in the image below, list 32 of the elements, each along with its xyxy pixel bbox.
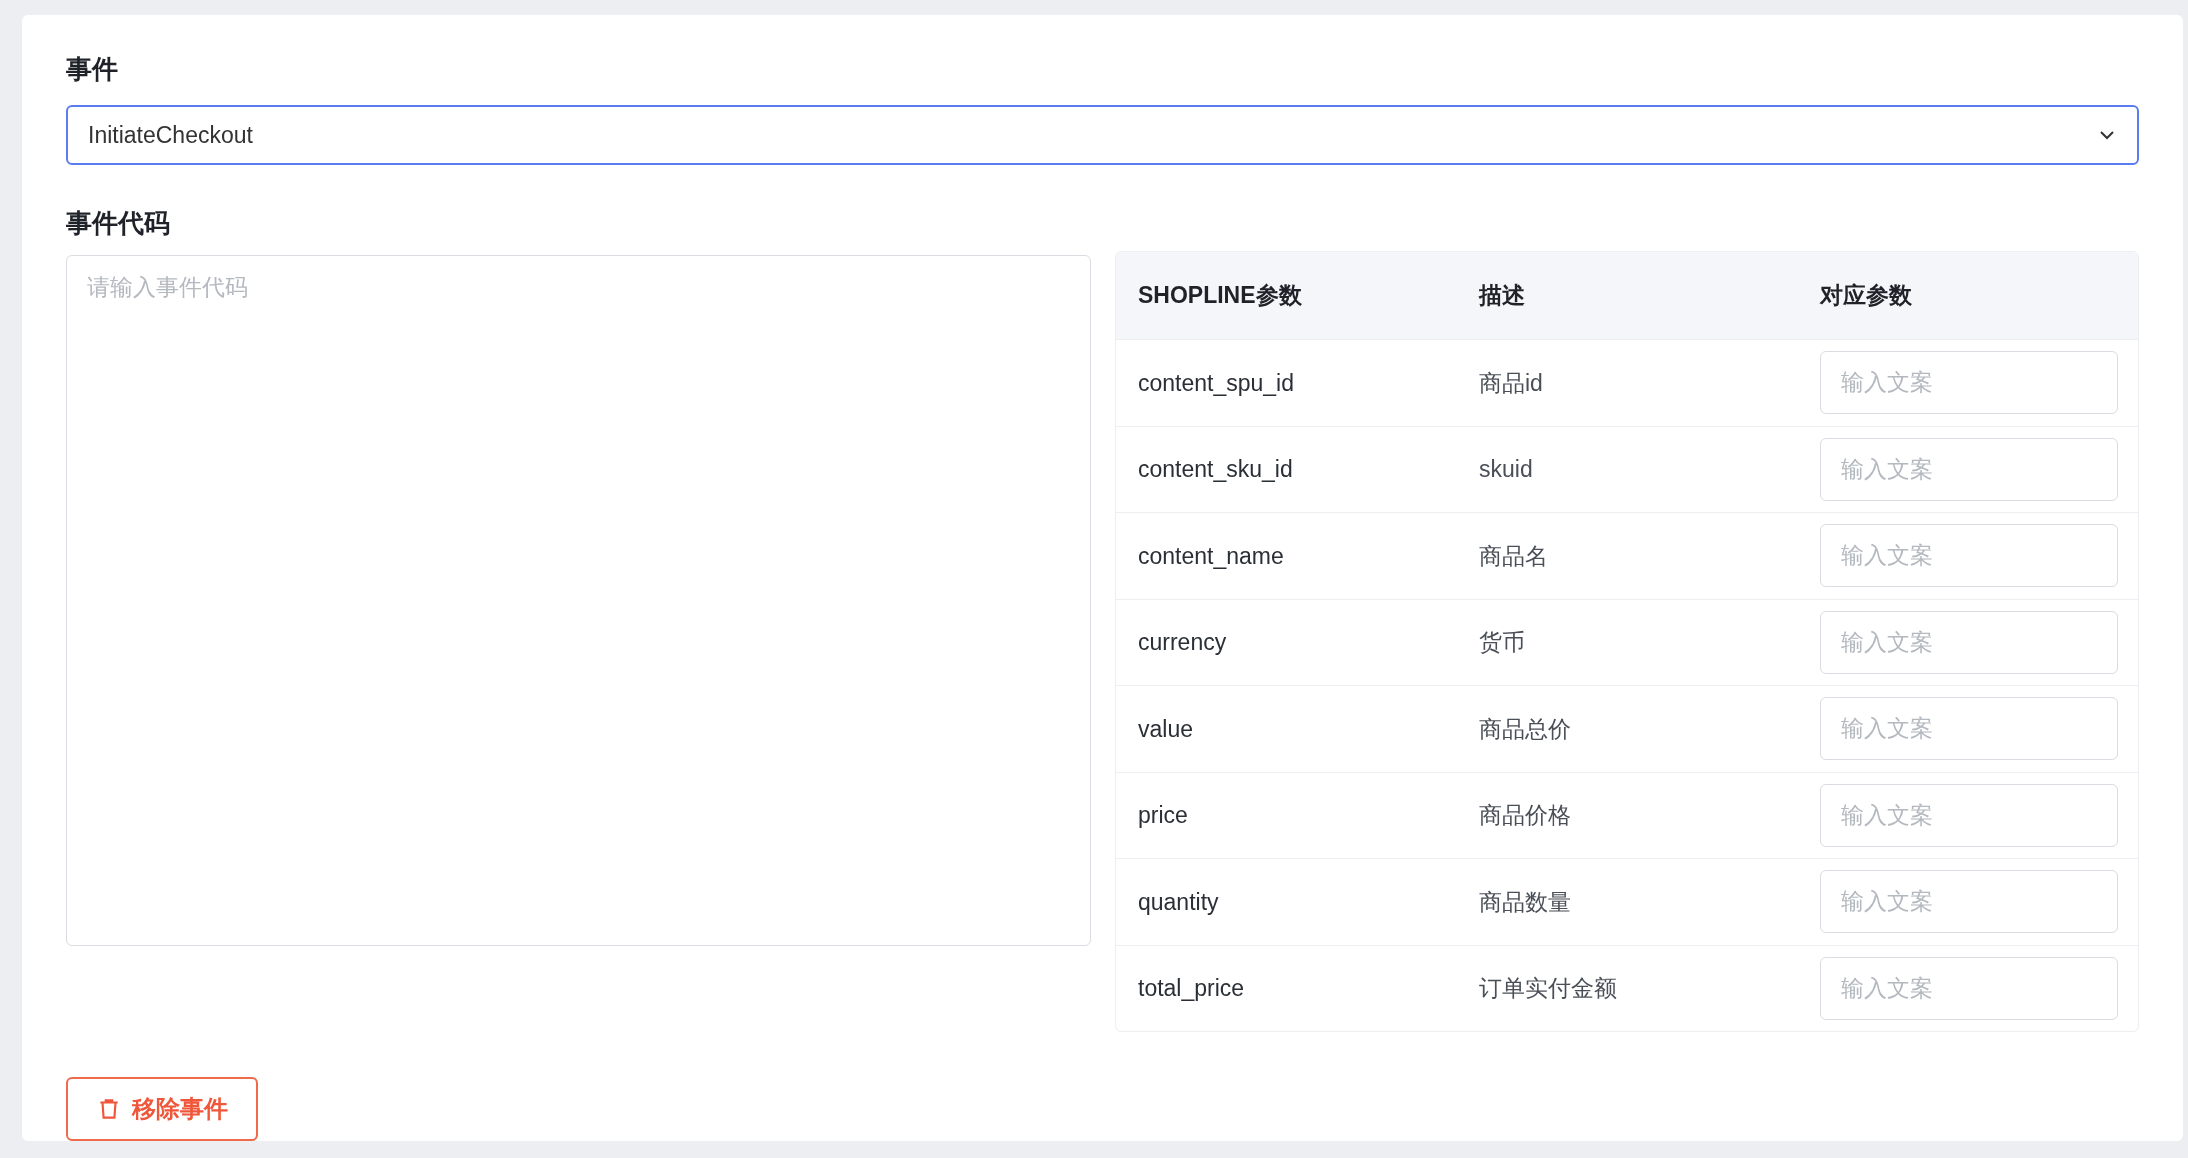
input-field[interactable]: 输入文案 [1820, 437, 2118, 501]
input-field[interactable]: 输入文案 [1820, 697, 2118, 761]
input-field[interactable]: 输入文案 [1820, 610, 2118, 674]
select-value: InitiateCheckout [88, 120, 253, 150]
table-cell: content_name [1138, 542, 1284, 569]
table-cell: content_spu_id [1138, 369, 1294, 396]
field-label: 事件代码 [66, 207, 171, 240]
table-cell: 商品id [1479, 369, 1543, 396]
table-cell: total_price [1138, 975, 1245, 1001]
table-cell: skuid [1479, 456, 1533, 482]
column-header: 对应参数 [1820, 282, 1912, 309]
input-field[interactable]: 输入文案 [1820, 870, 2118, 934]
table-cell: currency [1138, 629, 1227, 655]
table-cell: quantity [1138, 888, 1219, 915]
field-label: 事件 [66, 53, 119, 86]
input-field[interactable]: 输入文案 [1820, 783, 2118, 847]
column-header: SHOPLINE参数 [1138, 282, 1302, 309]
table-cell: 订单实付金额 [1479, 975, 1617, 1001]
table-cell: 商品价格 [1479, 802, 1571, 828]
column-header: 描述 [1479, 282, 1525, 309]
code-input-field[interactable]: 请输入事件代码 [66, 255, 1091, 946]
table-cell: 货币 [1479, 629, 1525, 655]
input-field[interactable]: 输入文案 [1820, 956, 2118, 1020]
event-select[interactable]: InitiateCheckout [66, 105, 2139, 165]
input-field[interactable]: 输入文案 [1820, 524, 2118, 588]
input-field[interactable]: 输入文案 [1820, 351, 2118, 415]
table-cell: 商品总价 [1479, 715, 1571, 742]
table-cell: content_sku_id [1138, 456, 1293, 482]
table-cell: 商品名 [1479, 542, 1548, 569]
table-cell: value [1138, 715, 1193, 742]
table-cell: 商品数量 [1479, 888, 1571, 915]
table-cell: price [1138, 802, 1188, 828]
